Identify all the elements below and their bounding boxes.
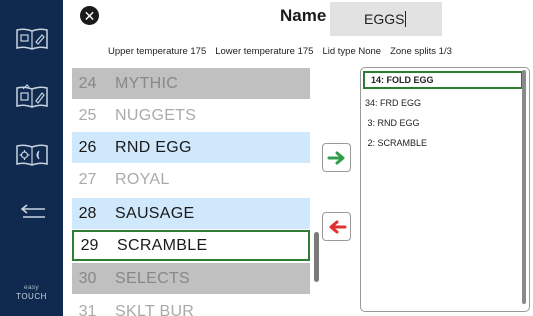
list-item[interactable]: 26 RND EGG	[72, 132, 310, 163]
recipe-book-icon[interactable]	[10, 22, 53, 56]
list-item-selected[interactable]: 29 SCRAMBLE	[72, 230, 310, 261]
brand-logo: easy TOUCH	[16, 284, 47, 301]
arrow-right-icon	[327, 151, 344, 164]
zone-item[interactable]: 2: SCRAMBLE	[365, 138, 428, 148]
lower-temperature: Lower temperature 175	[215, 46, 314, 57]
product-list[interactable]: 24 MYTHIC 25 NUGGETS 26 RND EGG 27 ROYAL…	[72, 68, 310, 316]
item-label: SELECTS	[115, 269, 191, 287]
zone-item[interactable]: 34: FRD EGG	[365, 98, 421, 108]
zone-item-selected[interactable]: 14: FOLD EGG	[363, 71, 523, 89]
text-caret	[405, 11, 407, 27]
name-input[interactable]: EGGS	[330, 2, 442, 36]
item-number: 26	[78, 138, 97, 156]
list-item[interactable]: 25 NUGGETS	[72, 100, 310, 131]
list-item[interactable]: 28 SAUSAGE	[72, 198, 310, 229]
list-item[interactable]: 24 MYTHIC	[72, 68, 310, 99]
list-item[interactable]: 30 SELECTS	[72, 263, 310, 294]
item-number: 30	[78, 269, 97, 287]
item-number: 29	[80, 236, 99, 254]
back-arrow-icon[interactable]	[10, 196, 53, 230]
item-number: 24	[78, 74, 97, 92]
zone-splits: Zone splits 1/3	[390, 46, 452, 57]
item-label: MYTHIC	[115, 74, 179, 92]
close-icon[interactable]: ✕	[80, 6, 99, 25]
zone-list[interactable]: 14: FOLD EGG 34: FRD EGG 3: RND EGG 2: S…	[360, 67, 530, 312]
lid-type: Lid type None	[322, 46, 382, 57]
item-number: 27	[78, 170, 97, 188]
item-label: SCRAMBLE	[117, 236, 208, 254]
arrow-left-icon	[329, 220, 346, 233]
upper-temperature: Upper temperature 175	[108, 46, 207, 57]
name-label: Name	[280, 6, 327, 25]
list-scrollbar[interactable]	[314, 232, 319, 282]
add-to-zone-button[interactable]	[322, 143, 351, 172]
item-label: ROYAL	[115, 170, 170, 188]
recipe-book-edit-icon[interactable]	[10, 80, 53, 114]
list-item[interactable]: 31 SKLT BUR	[72, 296, 310, 316]
item-label: RND EGG	[115, 138, 192, 156]
item-number: 31	[78, 302, 97, 316]
list-item[interactable]: 27 ROYAL	[72, 164, 310, 195]
item-label: SKLT BUR	[115, 302, 195, 316]
item-label: NUGGETS	[115, 106, 197, 124]
zone-item[interactable]: 3: RND EGG	[365, 118, 420, 128]
item-label: SAUSAGE	[115, 204, 195, 222]
item-number: 28	[78, 204, 97, 222]
sidebar: easy TOUCH	[0, 0, 63, 316]
info-bar: Upper temperature 175 Lower temperature 1…	[108, 46, 461, 57]
name-value: EGGS	[364, 11, 405, 27]
remove-from-zone-button[interactable]	[322, 212, 351, 241]
zone-scrollbar[interactable]	[522, 70, 526, 304]
item-number: 25	[78, 106, 97, 124]
settings-book-icon[interactable]	[10, 138, 53, 172]
